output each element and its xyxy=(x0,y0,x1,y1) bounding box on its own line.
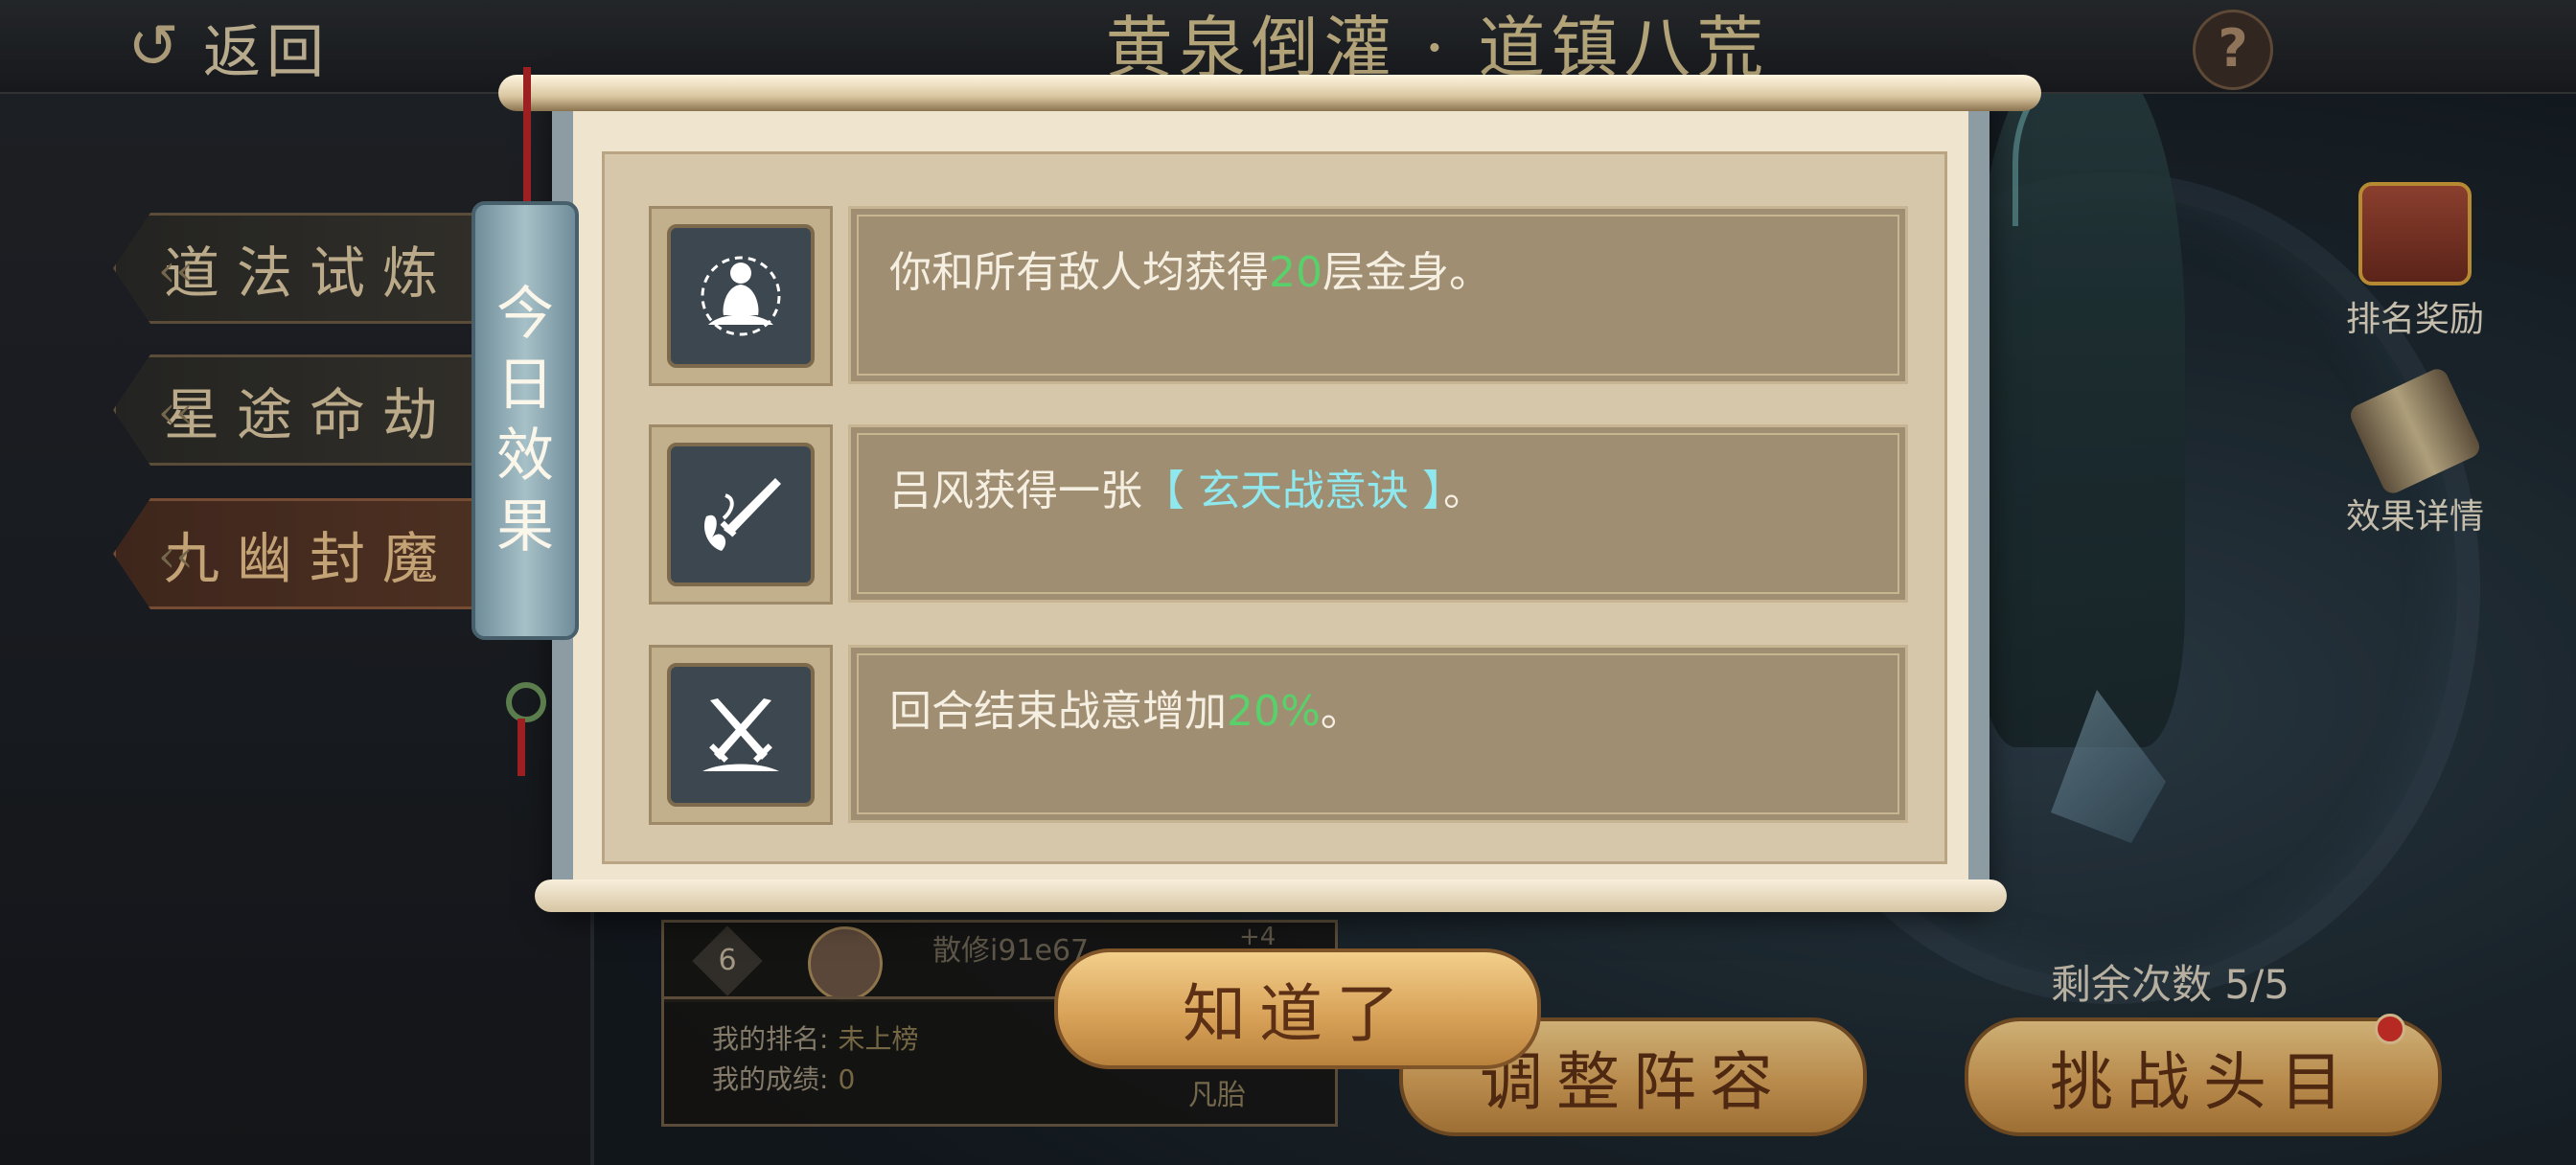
effect-description-box: 回合结束战意增加20%。 xyxy=(848,645,1908,823)
tag-char: 效 xyxy=(496,423,554,490)
scroll-rod xyxy=(498,75,2041,111)
tag-char: 果 xyxy=(496,493,554,560)
tag-tassel xyxy=(518,719,525,776)
meditating-monk-icon xyxy=(667,224,815,368)
effect-list: 你和所有敌人均获得20层金身。 吕风获得一张【 玄天战意诀 】。 回合结束战意增… xyxy=(602,151,1947,864)
today-effect-tag: 今 日 效 果 xyxy=(472,201,579,640)
scroll-edge-right xyxy=(1968,105,1990,891)
effect-row: 回合结束战意增加20%。 xyxy=(649,645,1908,825)
effect-description: 吕风获得一张【 玄天战意诀 】。 xyxy=(889,467,1485,515)
tag-char: 今 xyxy=(496,281,554,348)
effect-icon-frame xyxy=(649,424,833,605)
flaming-sword-icon xyxy=(667,443,815,586)
tag-string xyxy=(523,67,531,211)
effect-icon-frame xyxy=(649,206,833,386)
effect-description-box: 你和所有敌人均获得20层金身。 xyxy=(848,206,1908,384)
crossed-swords-icon xyxy=(667,663,815,807)
jade-knot xyxy=(506,682,546,722)
effect-row: 吕风获得一张【 玄天战意诀 】。 xyxy=(649,424,1908,605)
effect-icon-frame xyxy=(649,645,833,825)
effect-description-box: 吕风获得一张【 玄天战意诀 】。 xyxy=(848,424,1908,603)
effect-description: 回合结束战意增加20%。 xyxy=(889,687,1363,736)
effect-description: 你和所有敌人均获得20层金身。 xyxy=(889,248,1491,297)
tag-char: 日 xyxy=(496,352,554,419)
scroll-bottom-roll xyxy=(535,879,2007,912)
acknowledge-button[interactable]: 知道了 xyxy=(1054,948,1541,1069)
effect-row: 你和所有敌人均获得20层金身。 xyxy=(649,206,1908,386)
